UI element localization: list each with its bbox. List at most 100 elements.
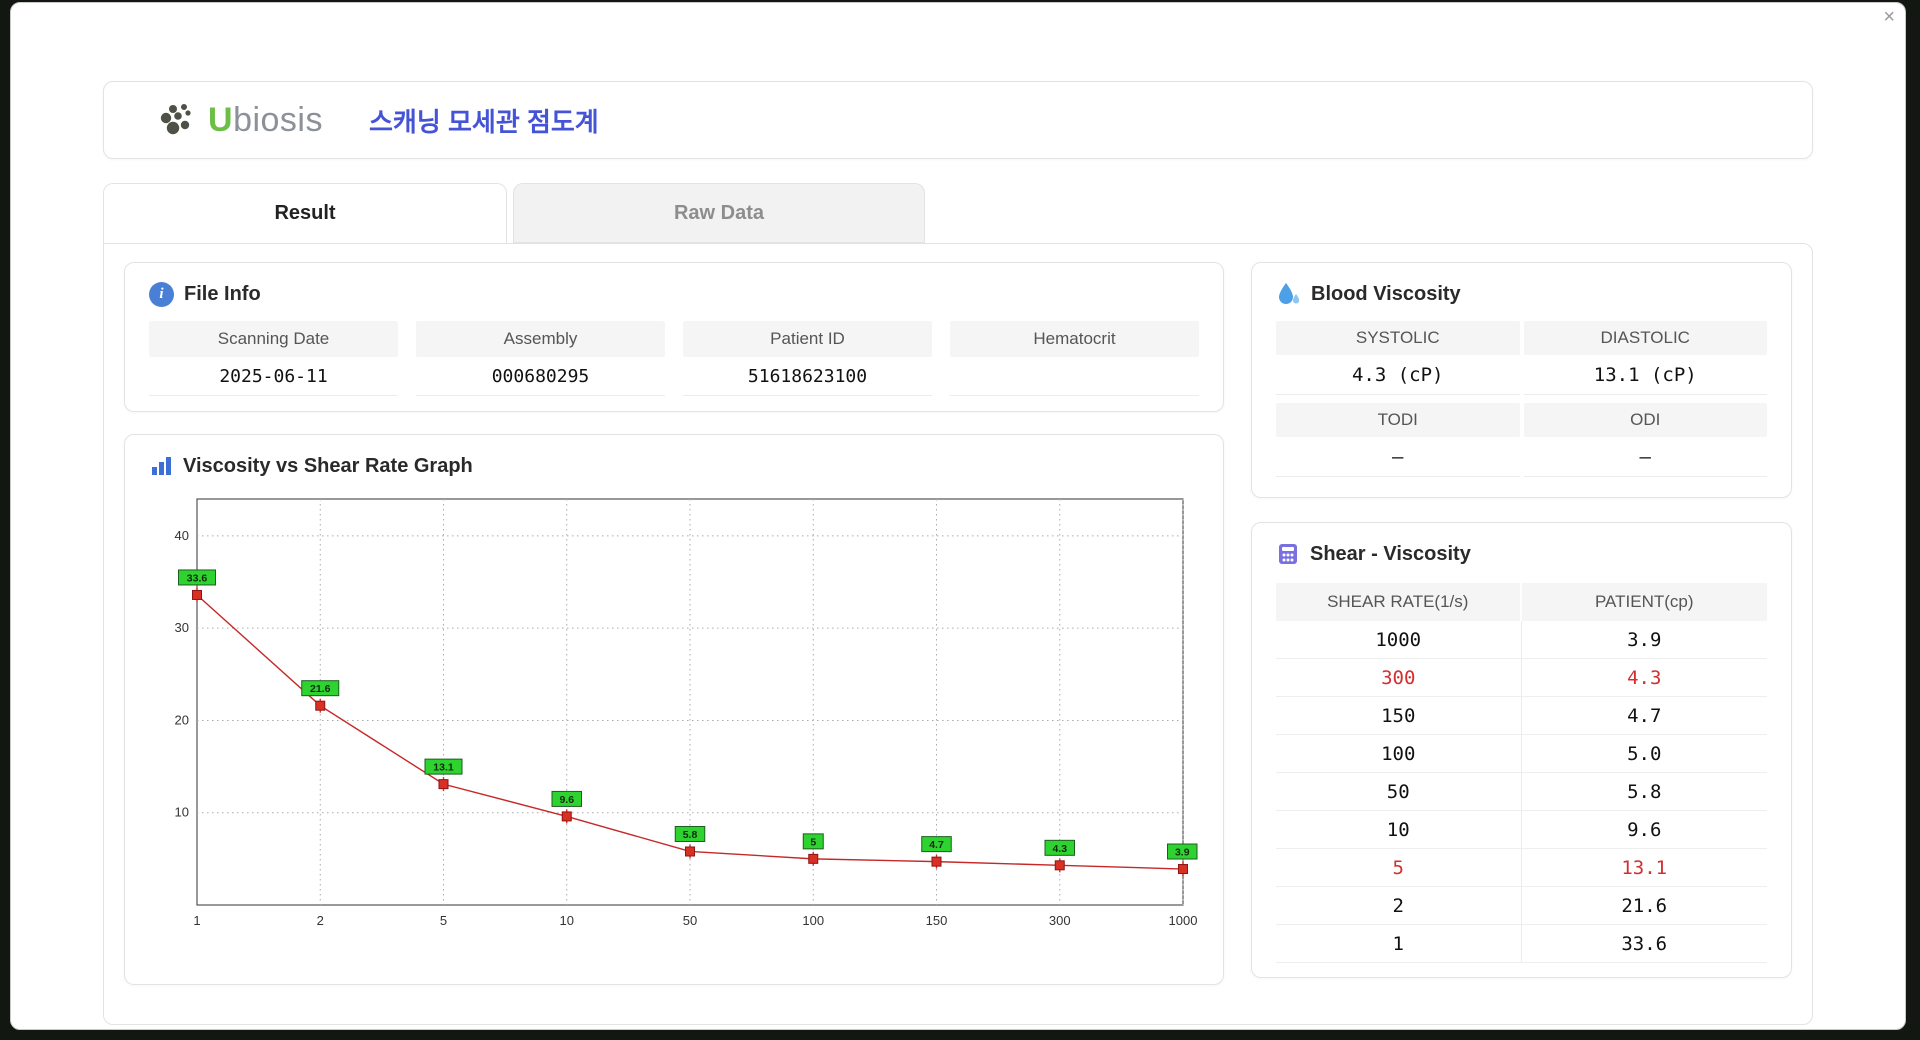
field-scanning-date: Scanning Date 2025-06-11 xyxy=(149,321,398,396)
odi-value: – xyxy=(1523,437,1767,477)
patient-viscosity-cell: 21.6 xyxy=(1621,894,1668,917)
svg-text:4.7: 4.7 xyxy=(929,839,944,851)
field-label: Assembly xyxy=(416,321,665,357)
field-assembly: Assembly 000680295 xyxy=(416,321,665,396)
graph-title-row: Viscosity vs Shear Rate Graph xyxy=(149,449,1199,483)
right-column: Blood Viscosity SYSTOLIC DIASTOLIC 4.3 (… xyxy=(1251,262,1792,1006)
shear-rate-cell: 1 xyxy=(1276,925,1522,962)
patient-viscosity-cell: 5.8 xyxy=(1627,780,1662,803)
svg-text:4.3: 4.3 xyxy=(1052,843,1067,855)
shear-rate-cell: 50 xyxy=(1276,773,1522,810)
svg-text:9.6: 9.6 xyxy=(559,794,574,806)
systolic-value: 4.3 (cP) xyxy=(1276,355,1520,395)
shear-rate-column-header: SHEAR RATE(1/s) xyxy=(1276,583,1522,621)
diastolic-value: 13.1 (cP) xyxy=(1523,355,1767,395)
shear-rate-cell: 150 xyxy=(1276,697,1522,734)
svg-text:5.8: 5.8 xyxy=(683,829,698,841)
close-button[interactable]: × xyxy=(1883,7,1895,27)
graph-title: Viscosity vs Shear Rate Graph xyxy=(183,454,473,477)
brand-rest: biosis xyxy=(233,100,323,139)
tab-result[interactable]: Result xyxy=(103,183,507,243)
svg-text:13.1: 13.1 xyxy=(433,762,454,774)
brand-logo: Ubiosis xyxy=(158,100,323,140)
leaf-dots-icon xyxy=(160,104,191,135)
tab-raw-data[interactable]: Raw Data xyxy=(513,183,925,243)
field-patient-id: Patient ID 51618623100 xyxy=(683,321,932,396)
field-value: 000680295 xyxy=(491,365,590,387)
odi-label: ODI xyxy=(1523,403,1767,437)
svg-text:10: 10 xyxy=(560,913,574,928)
shear-table-row: 100 5.0 xyxy=(1276,735,1767,773)
info-icon: i xyxy=(149,281,174,307)
todi-label: TODI xyxy=(1276,403,1520,437)
blood-viscosity-row-2: TODI ODI – – xyxy=(1276,403,1767,477)
graph-card: Viscosity vs Shear Rate Graph 10 20 30 40 1 2… xyxy=(124,434,1224,985)
svg-text:5: 5 xyxy=(810,836,816,848)
app-header: Ubiosis 스캐닝 모세관 점도계 xyxy=(103,81,1813,159)
shear-table-row: 5 13.1 xyxy=(1276,849,1767,887)
shear-rate-cell: 2 xyxy=(1276,887,1522,924)
shear-table-row: 10 9.6 xyxy=(1276,811,1767,849)
shear-rate-cell: 5 xyxy=(1276,849,1522,886)
blood-viscosity-row-1: SYSTOLIC DIASTOLIC 4.3 (cP) 13.1 (cP) xyxy=(1276,321,1767,395)
patient-viscosity-cell: 4.3 xyxy=(1627,666,1662,689)
patient-viscosity-cell: 3.9 xyxy=(1627,628,1662,651)
shear-viscosity-title-row: Shear - Viscosity xyxy=(1276,537,1767,571)
patient-viscosity-cell: 5.0 xyxy=(1627,742,1662,765)
svg-text:30: 30 xyxy=(175,620,189,635)
brand-initial: U xyxy=(208,100,234,139)
field-hematocrit: Hematocrit xyxy=(950,321,1199,396)
shear-table-row: 1 33.6 xyxy=(1276,925,1767,963)
svg-text:5: 5 xyxy=(440,913,447,928)
file-info-title: File Info xyxy=(184,282,261,305)
bar-chart-icon xyxy=(152,457,171,475)
patient-viscosity-cell: 4.7 xyxy=(1627,704,1662,727)
shear-rate-cell: 300 xyxy=(1276,659,1522,696)
svg-text:20: 20 xyxy=(175,712,189,727)
svg-text:21.6: 21.6 xyxy=(310,683,331,695)
svg-text:1000: 1000 xyxy=(1169,913,1198,928)
blood-viscosity-title-row: Blood Viscosity xyxy=(1276,277,1767,311)
field-label: Scanning Date xyxy=(149,321,398,357)
systolic-label: SYSTOLIC xyxy=(1276,321,1520,355)
file-info-fields: Scanning Date 2025-06-11 Assembly 000680295… xyxy=(149,321,1199,396)
brand-name: Ubiosis xyxy=(208,101,323,140)
shear-viscosity-title: Shear - Viscosity xyxy=(1310,542,1471,565)
svg-text:40: 40 xyxy=(175,528,189,543)
blood-viscosity-title: Blood Viscosity xyxy=(1311,282,1461,305)
shear-table-header: SHEAR RATE(1/s) PATIENT(cp) xyxy=(1276,583,1767,621)
svg-text:2: 2 xyxy=(317,913,324,928)
patient-viscosity-cell: 13.1 xyxy=(1621,856,1668,879)
field-label: Hematocrit xyxy=(950,321,1199,357)
water-drop-icon xyxy=(1279,282,1300,304)
shear-rate-cell: 1000 xyxy=(1276,621,1522,658)
todi-value: – xyxy=(1276,437,1520,477)
svg-text:10: 10 xyxy=(175,805,189,820)
shear-table-row: 150 4.7 xyxy=(1276,697,1767,735)
field-label: Patient ID xyxy=(683,321,932,357)
patient-viscosity-cell: 33.6 xyxy=(1621,932,1668,955)
result-panel: i File Info Scanning Date 2025-06-11 Assem… xyxy=(103,243,1813,1025)
blood-viscosity-card: Blood Viscosity SYSTOLIC DIASTOLIC 4.3 (… xyxy=(1251,262,1792,498)
field-value: 2025-06-11 xyxy=(219,365,328,387)
left-column: i File Info Scanning Date 2025-06-11 Assem… xyxy=(124,262,1224,1006)
tab-bar: Result Raw Data xyxy=(103,183,1813,243)
table-icon xyxy=(1279,544,1297,564)
file-info-title-row: i File Info xyxy=(149,277,1199,311)
svg-text:100: 100 xyxy=(802,913,824,928)
svg-text:33.6: 33.6 xyxy=(187,572,208,584)
app-window: × Ubiosis 스캐닝 모세관 점도계 Result Raw Data i … xyxy=(10,2,1906,1030)
viscosity-shear-rate-chart: 10 20 30 40 1 2 5 10 50 100 150 300 1000 33.6 21.6 13.1… xyxy=(175,498,1198,928)
shear-table-body: 1000 3.9 300 4.3 150 4.7 100 5.0 50 5.8 10 9.6 5 13.1… xyxy=(1276,621,1767,963)
field-value: 51618623100 xyxy=(747,365,868,387)
patient-viscosity-cell: 9.6 xyxy=(1627,818,1662,841)
svg-text:300: 300 xyxy=(1049,913,1071,928)
svg-text:3.9: 3.9 xyxy=(1175,847,1190,859)
shear-table-row: 2 21.6 xyxy=(1276,887,1767,925)
shear-rate-cell: 10 xyxy=(1276,811,1522,848)
shear-table-row: 300 4.3 xyxy=(1276,659,1767,697)
svg-text:150: 150 xyxy=(926,913,948,928)
field-value xyxy=(950,357,1199,395)
shear-viscosity-card: Shear - Viscosity SHEAR RATE(1/s) PATIEN… xyxy=(1251,522,1792,978)
svg-text:50: 50 xyxy=(683,913,697,928)
